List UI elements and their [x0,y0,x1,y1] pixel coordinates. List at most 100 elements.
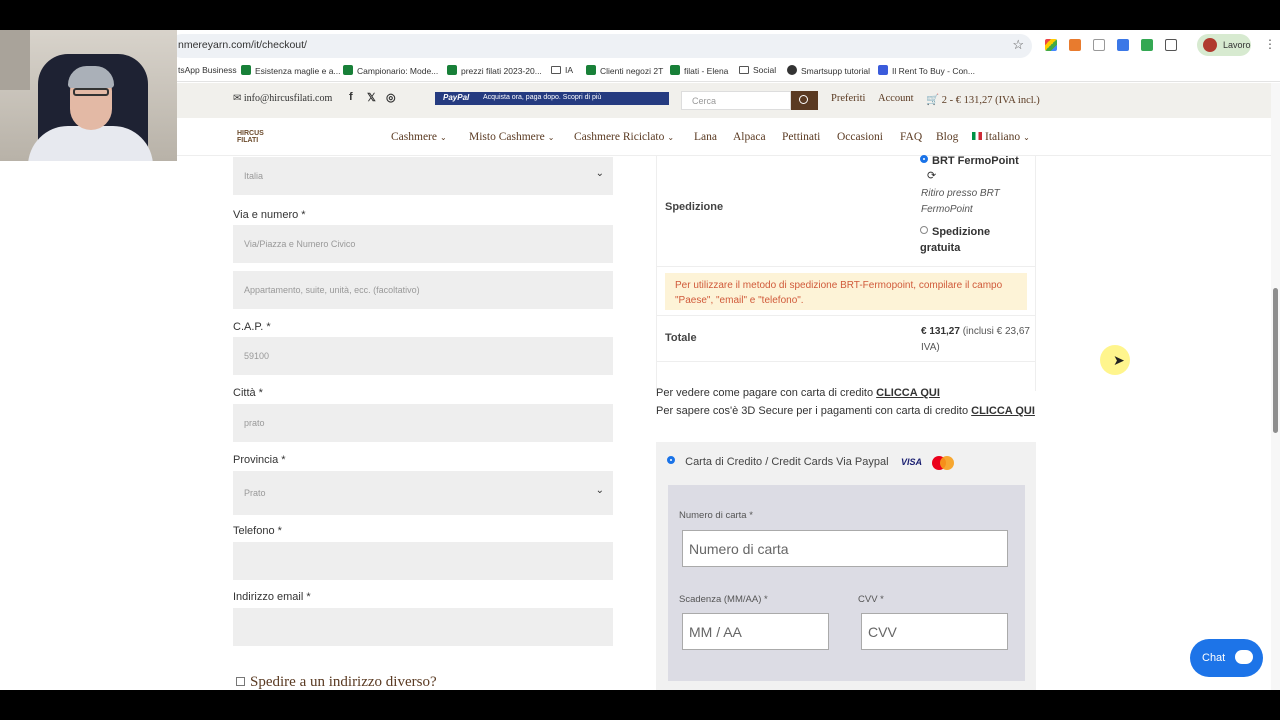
bookmark-item[interactable]: filati - Elena [670,65,728,76]
table-divider [656,266,1036,267]
sheets-icon [447,65,457,75]
cart-icon: 🛒 [926,95,940,106]
different-address-toggle[interactable]: Spedire a un indirizzo diverso? [236,674,437,690]
site-favicon-icon [878,65,888,75]
glasses [73,88,109,96]
bookmark-item[interactable]: Campionario: Mode... [343,65,438,76]
cap-field[interactable]: 59100 [233,337,613,375]
nav-blog[interactable]: Blog [936,131,958,143]
radio-unselected[interactable] [920,226,928,234]
search-input[interactable]: Cerca [681,91,791,110]
email-link[interactable]: ✉ info@hircusfilati.com [233,93,332,104]
avatar [1203,38,1217,52]
payment-option-card[interactable]: Carta di Credito / Credit Cards Via Payp… [667,456,889,468]
nav-cashmere[interactable]: Cashmere ⌄ [391,131,447,143]
globe-icon [787,65,797,75]
sheets-icon [586,65,596,75]
screen: nmereyarn.com/it/checkout/ ☆ Lavoro ⋮ ts… [0,0,1280,720]
nav-language[interactable]: Italiano ⌄ [972,131,1030,143]
phone-field[interactable] [233,542,613,580]
checkbox[interactable] [236,677,245,686]
chevron-down-icon: ⌄ [439,133,447,142]
instagram-icon[interactable]: ◎ [386,91,396,104]
bookmark-item[interactable]: prezzi filati 2023-20... [447,65,542,76]
account-link[interactable]: Account [878,93,914,104]
nav-lana[interactable]: Lana [694,131,717,143]
street-label: Via e numero * [233,209,306,221]
address-bar[interactable]: nmereyarn.com/it/checkout/ ☆ [170,34,1032,58]
province-select[interactable]: Prato ⌄ [233,471,613,515]
puzzle-extensions-icon[interactable] [1165,39,1177,51]
nav-occasioni[interactable]: Occasioni [837,131,883,143]
province-label: Provincia * [233,454,286,466]
cvv-label: CVV * [858,594,884,605]
radio-selected[interactable] [667,456,675,464]
bookmark-item[interactable]: Il Rent To Buy - Con... [878,65,975,76]
site-topbar: ✉ info@hircusfilati.com f 𝕏 ◎ PayPal Acq… [0,83,1280,118]
city-field[interactable]: prato [233,404,613,442]
total-value: € 131,27 (inclusi € 23,67 IVA) [921,326,1030,353]
page-scrollbar[interactable] [1271,83,1280,690]
street-field[interactable]: Via/Piazza e Numero Civico [233,225,613,263]
sheets-icon [241,65,251,75]
info-line-pay: Per vedere come pagare con carta di cred… [656,387,940,399]
email-field[interactable] [233,608,613,646]
bookmarks-bar: tsApp Business Esistenza maglie e a... C… [0,60,1280,82]
chat-bubble-icon [1235,650,1253,664]
cart-link[interactable]: 🛒 2 - € 131,27 (IVA incl.) [926,93,1040,106]
bookmark-item[interactable]: Esistenza maglie e a... [241,65,341,76]
bookmark-star-icon[interactable]: ☆ [1012,37,1024,53]
city-label: Città * [233,387,263,399]
sheets-icon [670,65,680,75]
card-number-input[interactable]: Numero di carta [682,530,1008,567]
chevron-down-icon: ⌄ [595,168,604,179]
x-twitter-icon[interactable]: 𝕏 [367,91,376,104]
search-icon[interactable] [791,91,818,110]
nav-faq[interactable]: FAQ [900,131,922,143]
info-line-3dsecure: Per sapere cos'è 3D Secure per i pagamen… [656,405,1035,417]
country-select[interactable]: Italia ⌄ [233,157,613,195]
radio-selected[interactable] [920,155,928,163]
shipping-option-brt[interactable]: BRT FermoPoint [920,155,1019,167]
browser-window: nmereyarn.com/it/checkout/ ☆ Lavoro ⋮ ts… [0,30,1280,690]
bookmark-item[interactable]: Clienti negozi 2T [586,65,663,76]
folder-icon [739,66,749,74]
refresh-icon[interactable]: ⟳ [927,169,936,182]
table-divider [656,361,1036,362]
paypal-banner[interactable]: PayPal Acquista ora, paga dopo. Scopri d… [435,92,669,105]
nav-alpaca[interactable]: Alpaca [733,131,766,143]
profile-label: Lavoro [1223,40,1251,50]
shipping-option-free[interactable]: Spedizione gratuita [920,224,1020,256]
preferiti-link[interactable]: Preferiti [831,93,865,104]
site-logo[interactable]: HIRCUS FILATI [237,130,277,144]
nav-pettinati[interactable]: Pettinati [782,131,820,143]
u-extension-icon[interactable] [1093,39,1105,51]
nav-cashmere-riciclato[interactable]: Cashmere Riciclato ⌄ [574,131,674,143]
url-text[interactable]: nmereyarn.com/it/checkout/ [178,39,307,51]
expiry-input[interactable]: MM / AA [682,613,829,650]
facebook-icon[interactable]: f [349,91,353,103]
nav-misto-cashmere[interactable]: Misto Cashmere ⌄ [469,131,554,143]
scrollbar-thumb[interactable] [1273,288,1278,433]
clicca-qui-link[interactable]: CLICCA QUI [876,387,940,399]
webcam-overlay [0,30,177,161]
mouse-cursor-icon: ➤ [1113,352,1125,368]
profile-chip[interactable]: Lavoro [1197,34,1251,56]
chevron-down-icon: ⌄ [667,133,675,142]
bookmark-item[interactable]: Social [739,65,776,75]
metamask-icon[interactable] [1069,39,1081,51]
translate-icon[interactable] [1117,39,1129,51]
clicca-qui-link[interactable]: CLICCA QUI [971,405,1035,417]
browser-menu-icon[interactable]: ⋮ [1264,37,1276,51]
extension-icon[interactable] [1045,39,1057,51]
screenshot-extension-icon[interactable] [1141,39,1153,51]
bookmark-item[interactable]: Smartsupp tutorial [787,65,870,76]
cvv-input[interactable]: CVV [861,613,1008,650]
bookmark-item[interactable]: IA [551,65,573,75]
bookmark-item[interactable]: tsApp Business [178,65,237,75]
address-row: nmereyarn.com/it/checkout/ ☆ Lavoro ⋮ [0,30,1280,60]
shipping-label: Spedizione [665,201,724,213]
apartment-field[interactable]: Appartamento, suite, unità, ecc. (facolt… [233,271,613,309]
chat-button[interactable]: Chat [1190,639,1263,677]
paypal-logo: PayPal [443,93,470,102]
